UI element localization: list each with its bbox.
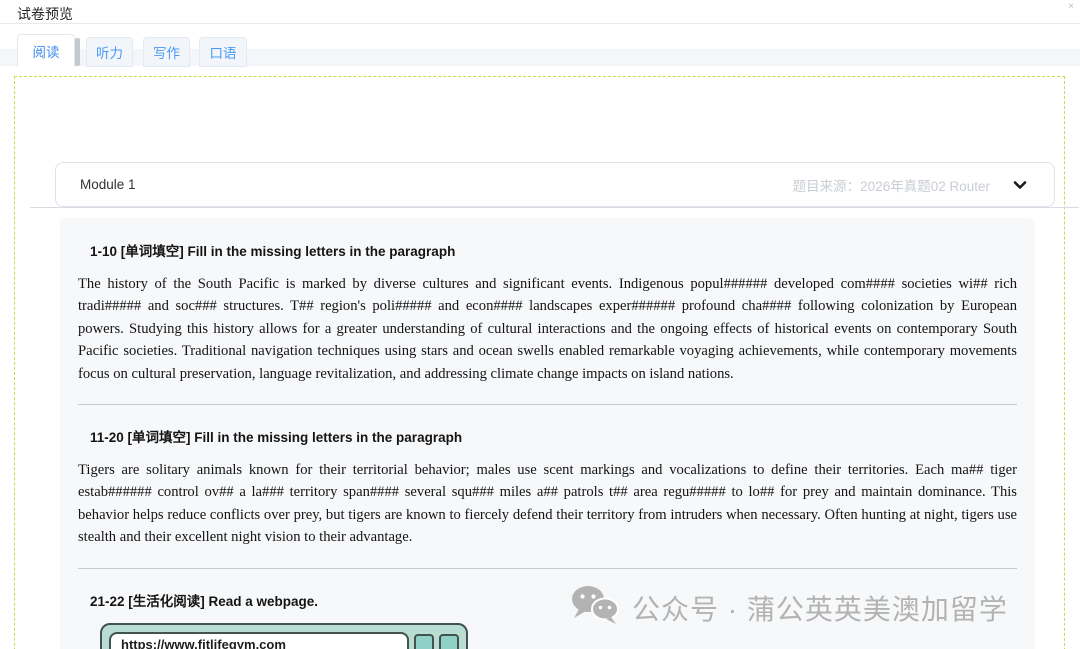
browser-window-button	[414, 634, 434, 649]
module-title: Module 1	[80, 177, 136, 192]
question-divider	[78, 568, 1017, 569]
module-bottom-divider	[30, 207, 1079, 208]
tab-reading[interactable]: 阅读	[17, 34, 75, 67]
question-passage: The history of the South Pacific is mark…	[78, 273, 1017, 385]
webpage-mockup-topbar: https://www.fitlifegym.com	[109, 632, 459, 649]
browser-window-button	[439, 634, 459, 649]
webpage-mockup: https://www.fitlifegym.com FitLife Gym M…	[100, 623, 468, 649]
tab-writing[interactable]: 写作	[143, 37, 190, 67]
watermark-text: 公众号 · 蒲公英英美澳加留学	[632, 588, 1008, 628]
header-divider	[0, 23, 1080, 24]
reading-tab-panel: Module 1 题目来源：2026年真题02 Router 1-10 [单词填…	[14, 76, 1065, 649]
exam-preview-page: 试卷预览 × 阅读 听力 写作 口语 Module 1 题目来源：2026年真题…	[0, 0, 1080, 649]
question-block: 1-10 [单词填空] Fill in the missing letters …	[78, 240, 1017, 385]
webpage-url-bar: https://www.fitlifegym.com	[109, 632, 409, 649]
page-title: 试卷预览	[17, 4, 73, 24]
question-heading: 11-20 [单词填空] Fill in the missing letters…	[90, 426, 1017, 446]
question-passage: Tigers are solitary animals known for th…	[78, 459, 1017, 549]
question-block: 11-20 [单词填空] Fill in the missing letters…	[78, 426, 1017, 549]
module-collapse-header[interactable]: Module 1 题目来源：2026年真题02 Router	[55, 162, 1055, 207]
wechat-icon	[570, 584, 620, 631]
watermark: 公众号 · 蒲公英英美澳加留学	[570, 584, 1008, 631]
close-icon[interactable]: ×	[1068, 1, 1074, 12]
tab-listening[interactable]: 听力	[86, 37, 133, 67]
tab-speaking[interactable]: 口语	[199, 37, 247, 67]
active-tab-shadow	[75, 38, 80, 66]
module-source-label: 题目来源：2026年真题02 Router	[793, 175, 990, 195]
question-divider	[78, 404, 1017, 405]
question-heading: 1-10 [单词填空] Fill in the missing letters …	[90, 240, 1017, 260]
chevron-down-icon[interactable]	[1012, 177, 1028, 193]
